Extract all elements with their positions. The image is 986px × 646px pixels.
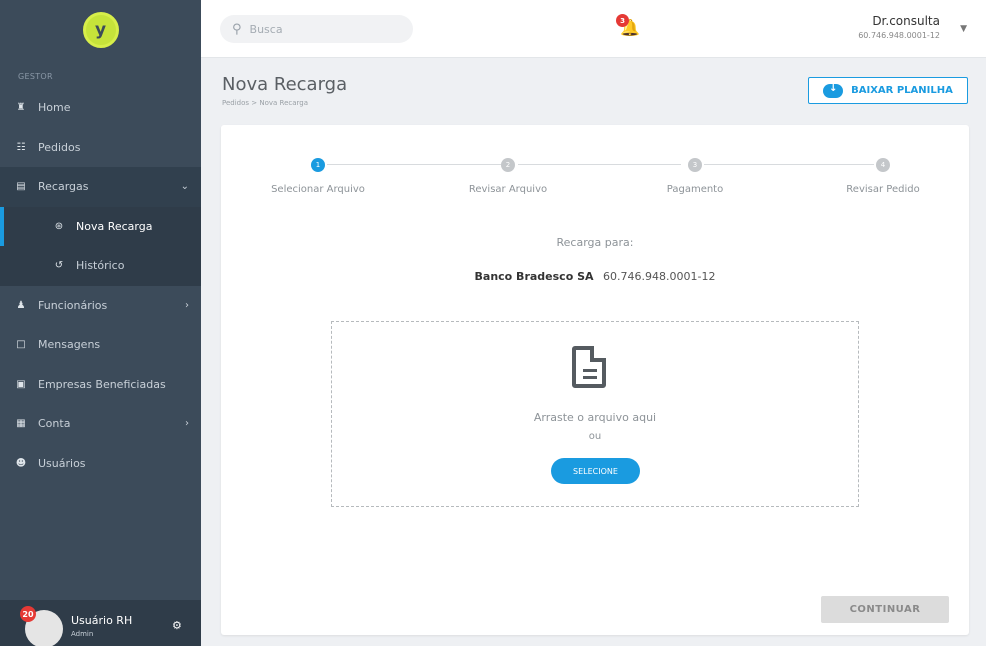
company-cnpj: 60.746.948.0001-12	[603, 270, 716, 283]
step-3-indicator: 3	[688, 158, 702, 172]
user-notification-badge: 20	[20, 606, 36, 622]
sidebar-item-label: Home	[38, 101, 71, 115]
recarga-card: 1 2 3 4 Selecionar Arquivo Revisar Arqui…	[221, 125, 969, 635]
user-bar: 20 Usuário RH Admin ⚙	[0, 600, 201, 646]
chevron-down-icon: ⌄	[180, 181, 189, 193]
drop-or-text: ou	[588, 431, 602, 442]
chevron-right-icon: ›	[185, 299, 189, 311]
add-cart-icon: ⊛	[54, 220, 64, 232]
step-connector	[704, 164, 874, 165]
step-2-label: Revisar Arquivo	[468, 184, 548, 195]
stepper: 1 2 3 4 Selecionar Arquivo Revisar Arqui…	[221, 125, 969, 205]
people-icon: ♟	[16, 299, 26, 311]
continue-button[interactable]: CONTINUAR	[821, 596, 949, 623]
search-input[interactable]: ⚲ Busca	[220, 15, 413, 43]
document-icon	[572, 346, 606, 388]
sidebar-item-label: Mensagens	[38, 338, 101, 352]
sidebar-item-conta[interactable]: ▦ Conta ›	[0, 404, 201, 444]
users-icon: ☻	[15, 457, 27, 469]
step-4-indicator: 4	[876, 158, 890, 172]
sidebar-item-label: Usuários	[38, 456, 86, 470]
step-2-indicator: 2	[501, 158, 515, 172]
gear-icon[interactable]: ⚙	[172, 619, 182, 632]
sidebar-section-label: GESTOR	[18, 72, 53, 81]
step-1-label: Selecionar Arquivo	[271, 184, 365, 195]
sidebar-item-mensagens[interactable]: □ Mensagens	[0, 325, 201, 365]
sidebar-item-label: Histórico	[76, 259, 125, 273]
sidebar-nav: ♜ Home ☷ Pedidos ▤ Recargas ⌄ ⊛ Nova Rec…	[0, 88, 201, 483]
sidebar-item-recargas[interactable]: ▤ Recargas ⌄	[0, 167, 201, 207]
sidebar-item-label: Empresas Beneficiadas	[38, 377, 166, 391]
history-icon: ↺	[54, 260, 64, 272]
sidebar-item-funcionarios[interactable]: ♟ Funcionários ›	[0, 286, 201, 326]
sidebar-item-label: Pedidos	[38, 140, 81, 154]
brand-logo[interactable]: y	[82, 12, 119, 48]
company-name: Banco Bradesco SA	[474, 270, 594, 283]
logo-letter: y	[94, 20, 107, 40]
chevron-right-icon: ›	[185, 418, 189, 430]
download-spreadsheet-button[interactable]: BAIXAR PLANILHA	[808, 77, 968, 104]
company-line: Banco Bradesco SA 60.746.948.0001-12	[221, 270, 969, 283]
sidebar-item-label: Conta	[38, 417, 71, 431]
caret-down-icon[interactable]: ▼	[960, 24, 967, 34]
breadcrumb: Pedidos > Nova Recarga	[222, 99, 309, 107]
account-info[interactable]: Dr.consulta 60.746.948.0001-12	[858, 14, 940, 40]
sidebar-item-home[interactable]: ♜ Home	[0, 88, 201, 128]
logo-area: y	[0, 0, 201, 60]
sidebar-item-usuarios[interactable]: ☻ Usuários	[0, 444, 201, 484]
select-file-button[interactable]: SELECIONE	[551, 458, 640, 484]
recarga-heading: Recarga para:	[556, 236, 634, 249]
page-title: Nova Recarga	[222, 74, 348, 95]
step-1-indicator: 1	[311, 158, 325, 172]
cloud-download-icon	[823, 83, 844, 98]
file-dropzone[interactable]: Arraste o arquivo aqui ou SELECIONE	[331, 321, 859, 507]
home-icon: ♜	[16, 102, 26, 114]
search-placeholder: Busca	[249, 22, 283, 36]
sidebar-item-label: Funcionários	[38, 298, 108, 312]
briefcase-icon: ▣	[16, 378, 26, 390]
sidebar-item-pedidos[interactable]: ☷ Pedidos	[0, 128, 201, 168]
sidebar: y GESTOR ♜ Home ☷ Pedidos ▤ Recargas ⌄ ⊛…	[0, 0, 201, 646]
wallet-icon: ▦	[16, 418, 26, 430]
message-icon: □	[16, 339, 26, 351]
user-role: Admin	[71, 630, 94, 638]
account-cnpj: 60.746.948.0001-12	[858, 31, 940, 40]
step-4-label: Revisar Pedido	[846, 184, 920, 195]
sidebar-item-historico[interactable]: ↺ Histórico	[0, 246, 201, 286]
sidebar-item-label: Nova Recarga	[76, 219, 153, 233]
download-button-label: BAIXAR PLANILHA	[851, 85, 953, 96]
sidebar-item-nova-recarga[interactable]: ⊛ Nova Recarga	[0, 206, 201, 246]
user-name: Usuário RH	[71, 614, 133, 627]
search-icon: ⚲	[232, 21, 242, 37]
step-connector	[518, 164, 681, 165]
notification-badge: 3	[616, 14, 629, 27]
sidebar-item-empresas-beneficiadas[interactable]: ▣ Empresas Beneficiadas	[0, 365, 201, 405]
top-header: ⚲ Busca 🔔 3 Dr.consulta 60.746.948.0001-…	[201, 0, 986, 58]
cart-icon: ☷	[16, 141, 26, 153]
drop-instructions: Arraste o arquivo aqui	[533, 411, 657, 424]
card-icon: ▤	[16, 181, 26, 193]
sidebar-item-label: Recargas	[38, 180, 89, 194]
step-3-label: Pagamento	[666, 184, 724, 195]
step-connector	[327, 164, 501, 165]
account-name: Dr.consulta	[872, 14, 940, 28]
